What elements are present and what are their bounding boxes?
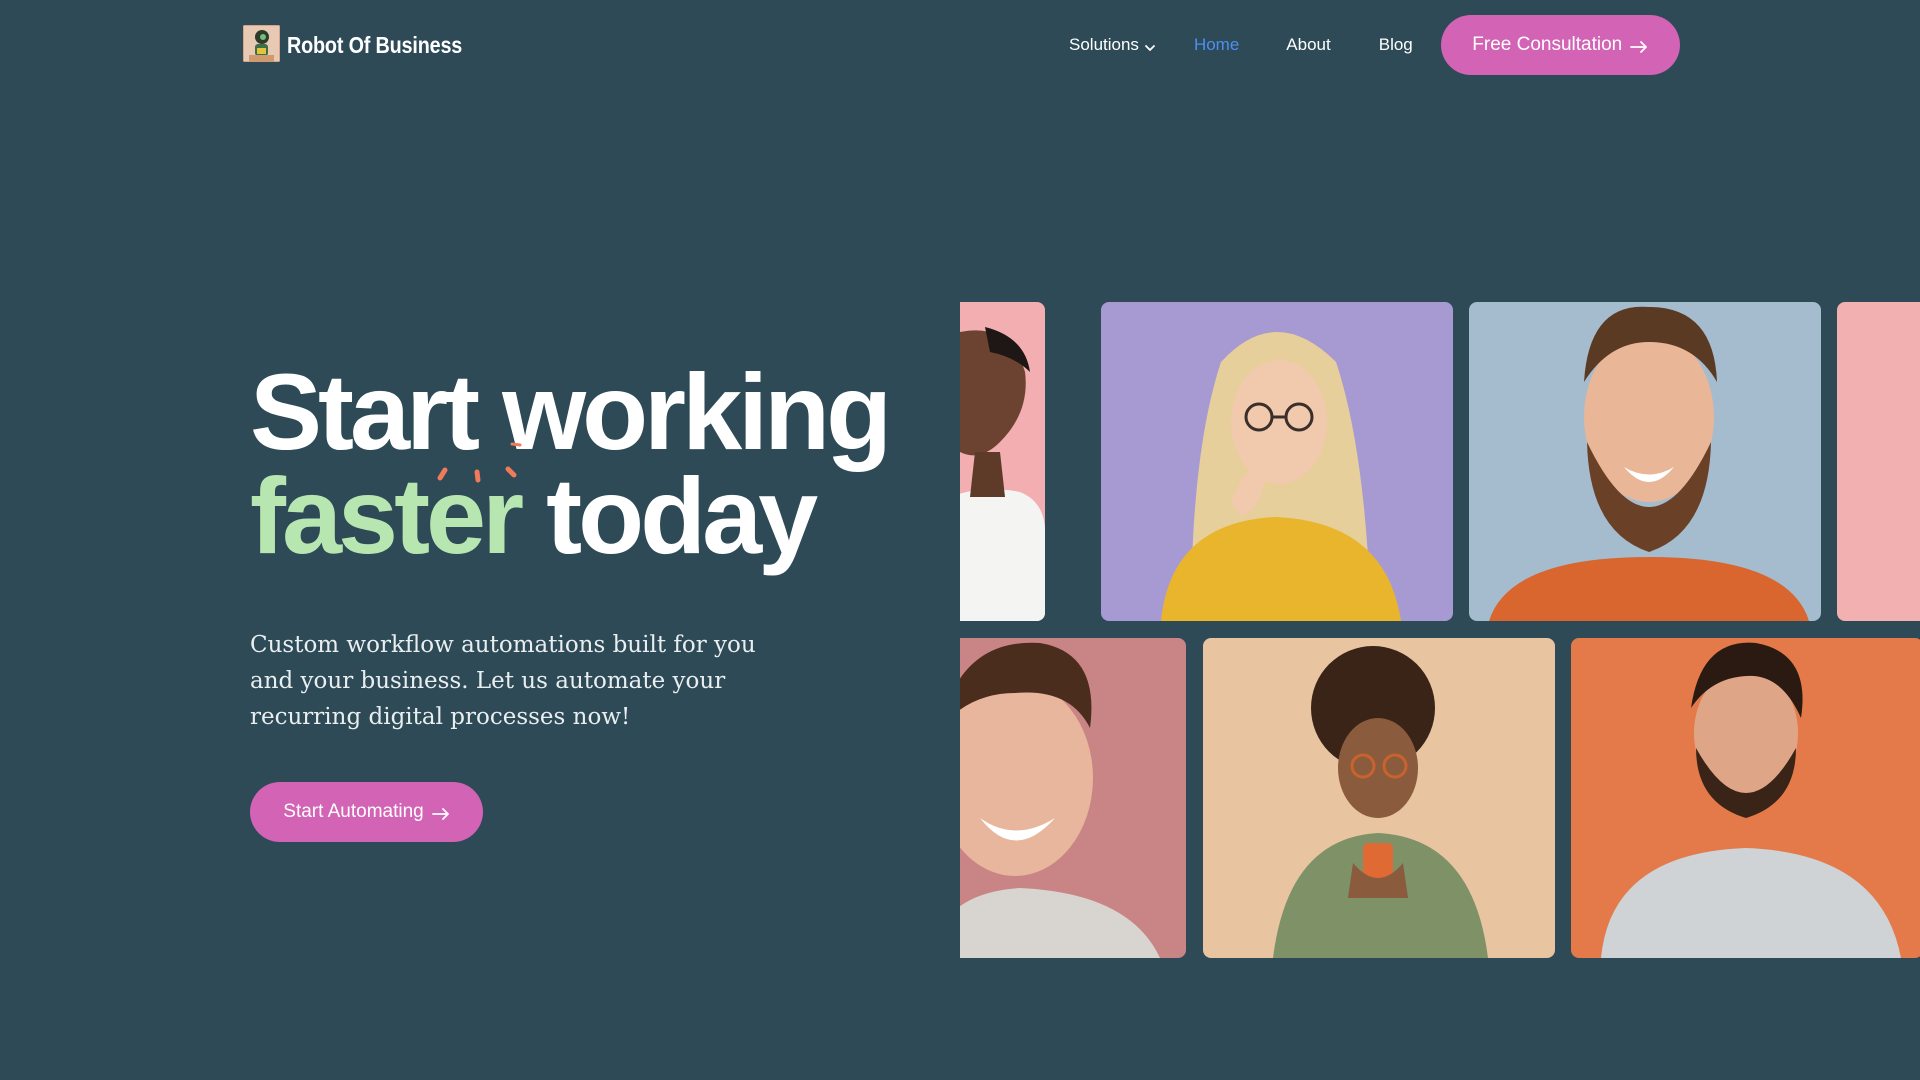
portrait-man-beard-orange-photo (1571, 638, 1920, 958)
free-consultation-label: Free Consultation (1472, 34, 1623, 55)
headline-line-1: Start working (250, 351, 892, 472)
portrait-woman-curly-phone-photo (1203, 638, 1555, 958)
headline-line-2-rest: today (546, 455, 818, 576)
nav-solutions-label: Solutions (1069, 35, 1139, 54)
start-automating-label: Start Automating (283, 801, 424, 822)
nav-blog-link[interactable]: Blog (1379, 35, 1413, 55)
site-header: Robot Of Business Solutions Home About B… (0, 0, 1920, 90)
chevron-down-icon (1144, 39, 1156, 51)
hero-subcopy: Custom workflow automations built for yo… (250, 632, 756, 730)
portrait-partial-pink-photo (1837, 302, 1920, 621)
start-automating-button[interactable]: Start Automating (250, 782, 483, 842)
landing-page: Robot Of Business Solutions Home About B… (0, 0, 1920, 1080)
brand-logo-link[interactable]: Robot Of Business (243, 25, 491, 62)
main-nav: Solutions Home About Blog Free Consultat… (1069, 15, 1680, 75)
robot-logo-icon (243, 25, 280, 62)
sparkle-decoration-icon (430, 440, 540, 484)
hero-heading-block: Start working faster today (250, 351, 892, 570)
brand-name: Robot Of Business (287, 32, 463, 58)
portrait-man-beard-smiling-photo (1469, 302, 1821, 621)
portrait-gallery (960, 302, 1920, 958)
portrait-woman-glasses-thinking-photo (1101, 302, 1453, 621)
headline-line-2: faster today (250, 462, 888, 570)
arrow-right-icon (431, 805, 450, 820)
free-consultation-button[interactable]: Free Consultation (1440, 15, 1680, 75)
portrait-young-man-smiling-photo (960, 638, 1186, 958)
portrait-man-looking-up-photo (960, 302, 1045, 621)
arrow-right-icon (1630, 38, 1648, 53)
nav-about-link[interactable]: About (1286, 35, 1330, 55)
nav-solutions-dropdown[interactable]: Solutions (1069, 35, 1156, 55)
hero-headline: Start working faster today (250, 351, 892, 570)
nav-home-link[interactable]: Home (1194, 35, 1239, 55)
